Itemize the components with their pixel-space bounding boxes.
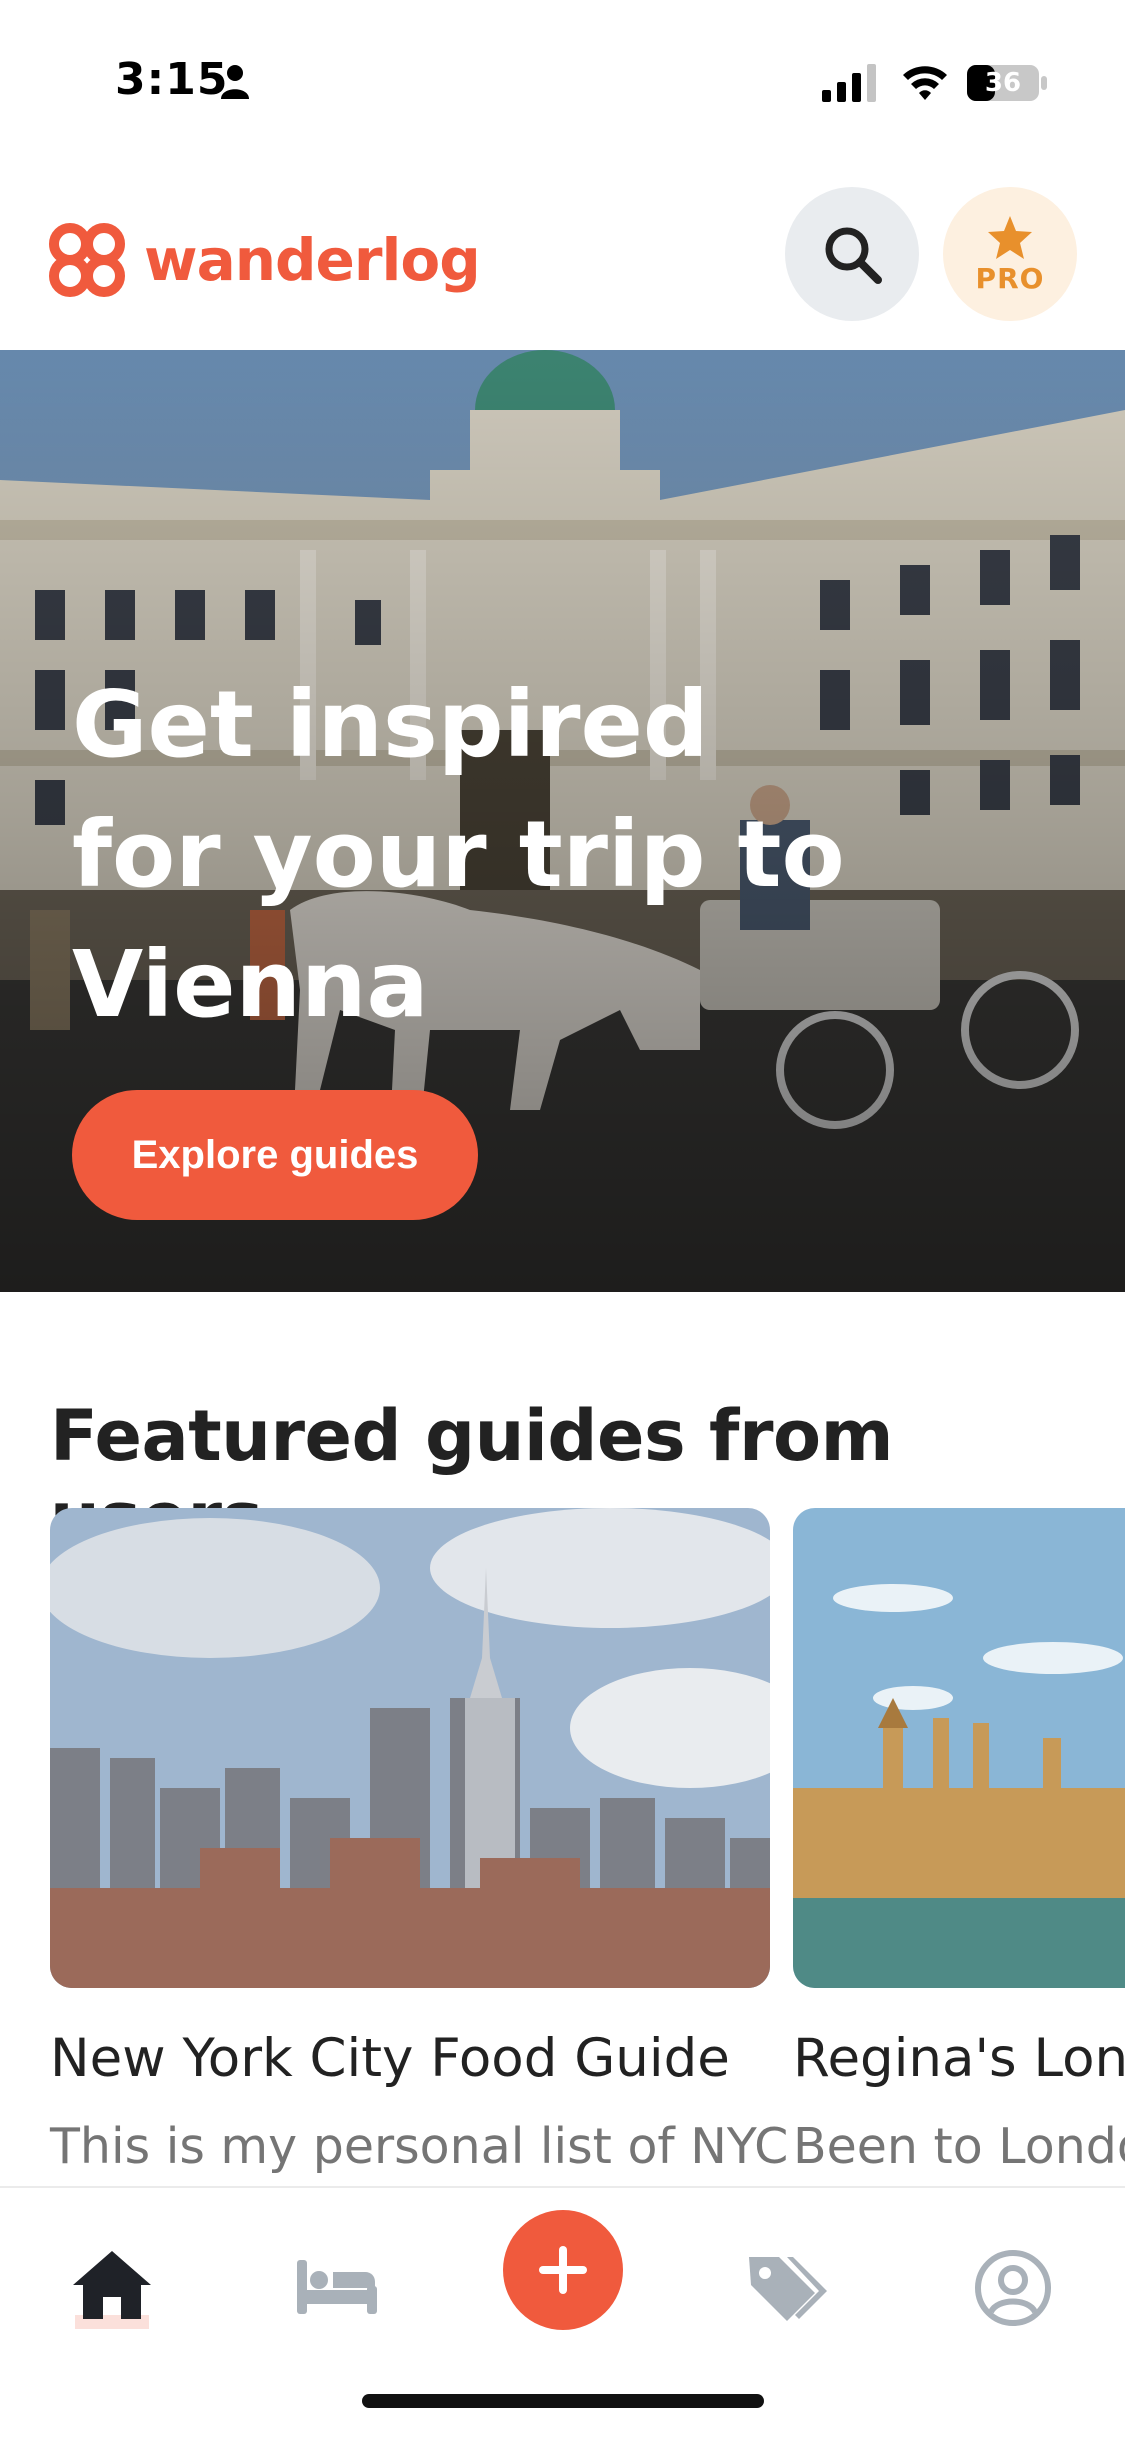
guide-subtitle: Been to London xyxy=(793,2118,1125,2175)
battery-level: 36 xyxy=(984,68,1022,98)
status-time: 3:15 xyxy=(115,54,229,105)
home-indicator[interactable] xyxy=(362,2394,764,2408)
nav-home[interactable] xyxy=(52,2228,172,2348)
brand-logo[interactable]: wanderlog xyxy=(46,220,481,300)
add-button[interactable] xyxy=(503,2210,623,2330)
person-icon xyxy=(221,65,249,99)
guide-image xyxy=(50,1508,770,1988)
guide-image xyxy=(793,1508,1125,1988)
guide-card[interactable]: Regina's London Guide Been to London xyxy=(793,1508,1125,2175)
guide-title: Regina's London Guide xyxy=(793,2028,1125,2089)
status-bar: 3:15 36 xyxy=(0,0,1125,160)
plus-icon xyxy=(539,2246,587,2294)
wifi-icon xyxy=(903,66,947,100)
star-icon xyxy=(988,215,1032,259)
hero-title: Get inspired for your trip to Vienna xyxy=(72,671,845,1038)
profile-icon xyxy=(975,2250,1051,2326)
guide-card[interactable]: New York City Food Guide This is my pers… xyxy=(50,1508,788,2175)
wanderlog-logo-icon xyxy=(49,223,125,297)
search-button[interactable] xyxy=(785,187,919,321)
signal-icon xyxy=(822,64,876,102)
tag-icon xyxy=(749,2257,827,2321)
explore-guides-button[interactable]: Explore guides xyxy=(72,1090,478,1220)
pro-button[interactable]: PRO xyxy=(943,187,1077,321)
brand-name: wanderlog xyxy=(144,226,481,294)
app-header: wanderlog PRO xyxy=(0,160,1125,350)
bed-icon xyxy=(297,2260,377,2314)
search-icon xyxy=(825,227,882,284)
nav-stays[interactable] xyxy=(277,2228,397,2348)
guide-title: New York City Food Guide xyxy=(50,2028,730,2089)
nav-profile[interactable] xyxy=(953,2228,1073,2348)
nav-deals[interactable] xyxy=(728,2228,848,2348)
home-icon xyxy=(73,2251,151,2329)
featured-guides-carousel[interactable]: New York City Food Guide This is my pers… xyxy=(0,1508,1125,2188)
hero-banner[interactable]: Get inspired for your trip to Vienna Exp… xyxy=(0,350,1125,1292)
guide-subtitle: This is my personal list of NYC xyxy=(50,2118,789,2175)
pro-label: PRO xyxy=(975,261,1045,295)
